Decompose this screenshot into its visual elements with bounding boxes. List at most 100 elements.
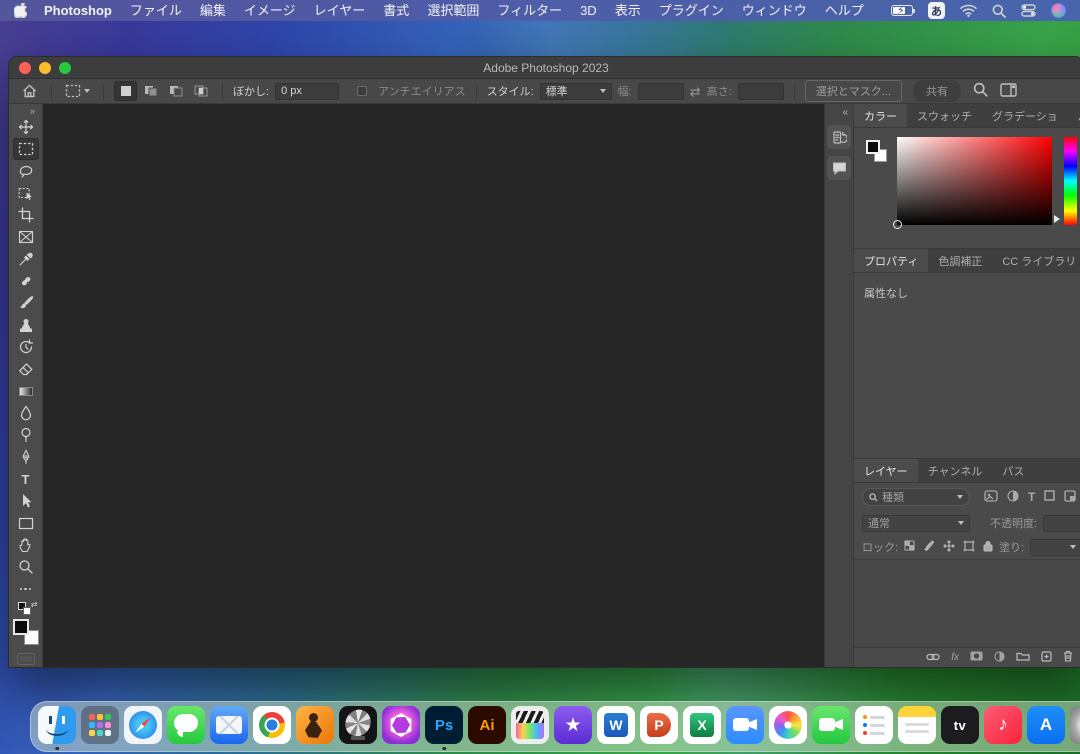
saturation-brightness-box[interactable] <box>897 137 1052 225</box>
tool-pen[interactable] <box>13 446 39 468</box>
dock-icon-word[interactable]: W <box>597 706 635 749</box>
tab-layers[interactable]: レイヤー <box>854 459 918 482</box>
foreground-color-swatch[interactable] <box>13 619 29 635</box>
antialias-checkbox[interactable] <box>357 86 367 96</box>
tab-cc-libraries[interactable]: CC ライブラリ <box>992 249 1080 272</box>
tool-frame[interactable] <box>13 226 39 248</box>
menu-select[interactable]: 選択範囲 <box>418 0 488 21</box>
tab-swatches[interactable]: スウォッチ <box>907 104 982 127</box>
blend-mode-dropdown[interactable]: 通常 <box>862 515 970 532</box>
dock-icon-excel[interactable]: X <box>683 706 721 749</box>
subtract-from-selection-button[interactable] <box>164 81 187 101</box>
dock-icon-app-store[interactable]: A <box>1027 706 1065 749</box>
lock-artboard-icon[interactable] <box>963 540 975 555</box>
lock-position-icon[interactable] <box>943 540 955 555</box>
more-tools-icon[interactable] <box>13 578 39 600</box>
lock-all-icon[interactable] <box>983 540 993 555</box>
dock-icon-finder[interactable] <box>38 706 76 749</box>
tab-gradients[interactable]: グラデーショ <box>982 104 1068 127</box>
style-dropdown[interactable]: 標準 <box>540 83 612 100</box>
tool-eyedropper[interactable] <box>13 248 39 270</box>
home-button[interactable] <box>17 81 41 101</box>
menu-help[interactable]: ヘルプ <box>816 0 873 21</box>
tab-patterns[interactable]: パターン <box>1068 104 1080 127</box>
dock-icon-apple-tv[interactable]: tv <box>941 706 979 749</box>
tool-gradient[interactable] <box>13 380 39 402</box>
tool-history-brush[interactable] <box>13 336 39 358</box>
dock-icon-illustrator[interactable]: Ai <box>468 706 506 749</box>
dock-icon-final-cut-pro[interactable] <box>511 706 549 749</box>
menu-3d[interactable]: 3D <box>571 0 606 21</box>
dock-icon-photos[interactable] <box>769 706 807 749</box>
layer-mask-icon[interactable] <box>970 651 983 664</box>
workspace-switcher-icon[interactable] <box>1000 83 1017 100</box>
dock-icon-facetime[interactable] <box>812 706 850 749</box>
dock-icon-photo-editor[interactable] <box>382 706 420 749</box>
menu-window[interactable]: ウィンドウ <box>733 0 816 21</box>
select-and-mask-button[interactable]: 選択とマスク... <box>805 80 902 102</box>
dock-icon-messages[interactable] <box>167 706 205 749</box>
adjustment-layer-icon[interactable] <box>994 651 1005 665</box>
new-selection-button[interactable] <box>114 81 137 101</box>
share-button[interactable]: 共有 <box>913 80 961 102</box>
feather-input[interactable]: 0 px <box>275 83 339 100</box>
dock-icon-photoshop[interactable]: Ps <box>425 706 463 749</box>
tool-path-selection[interactable] <box>13 490 39 512</box>
input-source-japanese[interactable]: あ <box>928 2 945 19</box>
menu-image[interactable]: イメージ <box>235 0 305 21</box>
dock-icon-system-settings[interactable]: ⚙1 <box>1070 706 1080 749</box>
layer-style-icon[interactable]: fx <box>951 652 959 663</box>
dock-icon-powerpoint[interactable]: P <box>640 706 678 749</box>
layer-list[interactable] <box>854 559 1080 647</box>
menu-view[interactable]: 表示 <box>606 0 650 21</box>
tool-spot-healing-brush[interactable] <box>13 270 39 292</box>
lock-paint-icon[interactable] <box>923 540 935 555</box>
smart-object-filter-icon[interactable] <box>1064 490 1076 505</box>
menu-file[interactable]: ファイル <box>121 0 191 21</box>
type-layer-filter-icon[interactable]: T <box>1028 490 1035 504</box>
menu-edit[interactable]: 編集 <box>191 0 235 21</box>
tool-clone-stamp[interactable] <box>13 314 39 336</box>
default-colors-icon[interactable]: ⇄ <box>18 602 34 616</box>
tool-blur[interactable] <box>13 402 39 424</box>
tool-hand[interactable] <box>13 534 39 556</box>
fill-input[interactable] <box>1030 539 1080 556</box>
apple-menu[interactable] <box>14 3 35 18</box>
tool-crop[interactable] <box>13 204 39 226</box>
new-group-icon[interactable] <box>1016 651 1030 664</box>
window-titlebar[interactable]: Adobe Photoshop 2023 <box>9 57 1080 79</box>
opacity-input[interactable] <box>1043 515 1080 532</box>
menu-layer[interactable]: レイヤー <box>305 0 375 21</box>
intersect-selection-button[interactable] <box>189 81 212 101</box>
dock-icon-notes[interactable] <box>898 706 936 749</box>
control-center-icon[interactable] <box>1021 4 1036 17</box>
add-to-selection-button[interactable] <box>139 81 162 101</box>
pixel-layer-filter-icon[interactable] <box>984 490 998 505</box>
tool-dodge[interactable] <box>13 424 39 446</box>
dock-icon-imovie[interactable]: ★ <box>554 706 592 749</box>
shape-layer-filter-icon[interactable] <box>1044 490 1055 504</box>
tab-adjustments[interactable]: 色調補正 <box>928 249 992 272</box>
hue-slider[interactable] <box>1064 137 1077 225</box>
version-history-icon[interactable] <box>827 125 851 149</box>
tool-type[interactable]: T <box>13 468 39 490</box>
wifi-icon[interactable] <box>960 4 977 17</box>
tool-object-selection[interactable] <box>13 182 39 204</box>
dock-icon-logic-pro[interactable] <box>339 706 377 749</box>
search-icon[interactable] <box>973 82 988 100</box>
menu-plugins[interactable]: プラグイン <box>650 0 733 21</box>
tab-channels[interactable]: チャンネル <box>918 459 993 482</box>
foreground-background-swatches[interactable] <box>13 619 39 645</box>
new-layer-icon[interactable] <box>1041 651 1052 665</box>
screen-mode-icon[interactable] <box>17 653 35 665</box>
tool-preset-picker[interactable] <box>62 82 93 100</box>
dock-icon-chrome[interactable] <box>253 706 291 749</box>
tool-eraser[interactable] <box>13 358 39 380</box>
panel-color-swatches[interactable] <box>864 137 890 236</box>
tool-rectangle[interactable] <box>13 512 39 534</box>
swap-width-height-icon[interactable]: ⇄ <box>690 85 701 98</box>
dock-icon-reminders[interactable] <box>855 706 893 749</box>
menu-photoshop[interactable]: Photoshop <box>35 0 121 21</box>
width-input[interactable] <box>638 83 684 100</box>
tool-brush[interactable] <box>13 292 39 314</box>
